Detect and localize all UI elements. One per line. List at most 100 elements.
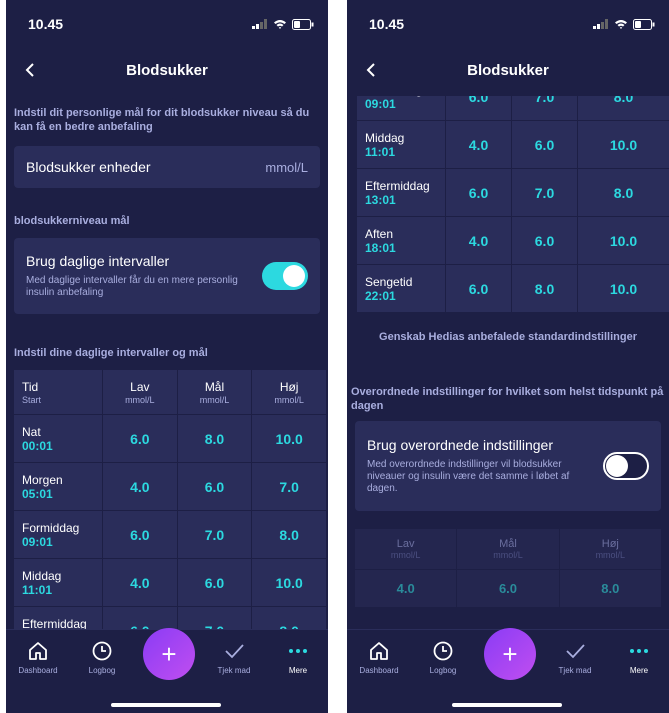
row-name: Eftermiddag <box>22 616 87 631</box>
override-target-label: Mål <box>499 538 517 550</box>
row-high[interactable]: 10.0 <box>578 121 669 168</box>
header-low: Lav <box>130 379 150 394</box>
row-high[interactable]: 8.0 <box>252 607 326 630</box>
override-low-label: Lav <box>396 538 415 550</box>
row-high[interactable]: 10.0 <box>578 217 669 264</box>
table-row[interactable]: Eftermiddag13:01 6.0 7.0 8.0 <box>357 169 669 216</box>
tab-bar: Dashboard Logbog + Tjek mad Mere <box>6 628 328 713</box>
tab-label: Logbog <box>88 666 116 675</box>
row-high[interactable]: 10.0 <box>252 559 326 606</box>
add-button[interactable]: + <box>484 628 536 680</box>
table-row[interactable]: Nat 00:01 6.0 8.0 10.0 <box>14 415 326 462</box>
table-row[interactable]: Morgen 05:01 4.0 6.0 7.0 <box>14 463 326 510</box>
row-low[interactable]: 4.0 <box>103 559 177 606</box>
wifi-icon <box>615 20 627 29</box>
row-target[interactable]: 6.0 <box>512 217 577 264</box>
row-low[interactable]: 6.0 <box>103 607 177 630</box>
row-high[interactable]: 8.0 <box>252 511 326 558</box>
row-high[interactable]: 8.0 <box>578 96 669 120</box>
row-time: 05:01 <box>22 486 53 501</box>
home-icon <box>370 642 388 660</box>
signal-icon <box>593 19 608 29</box>
row-target[interactable]: 8.0 <box>512 265 577 312</box>
back-button[interactable] <box>357 56 385 84</box>
table-row[interactable]: Formiddag09:01 6.0 7.0 8.0 <box>14 511 326 558</box>
intro-text: Indstil dit personlige mål for dit blods… <box>14 107 310 133</box>
chevron-left-icon <box>25 63 34 77</box>
row-target[interactable]: 6.0 <box>177 463 252 510</box>
row-name: Middag <box>22 568 62 583</box>
intervals-table: Formiddag09:01 6.0 7.0 8.0 Middag11:01 4… <box>356 96 669 313</box>
clock-icon <box>92 641 112 661</box>
row-target[interactable]: 7.0 <box>512 96 577 120</box>
screen-right: 10.45 Blodsukker Formiddag09:01 6.0 7.0 … <box>347 0 669 713</box>
override-values-table: Lav mmol/L 4.0 Mål mmol/L 6.0 Høj mmol/L 8.… <box>355 529 661 607</box>
unit-value: mmol/L <box>265 159 308 175</box>
table-row[interactable]: Formiddag09:01 6.0 7.0 8.0 <box>357 96 669 120</box>
override-target-column[interactable]: Mål mmol/L 6.0 <box>457 529 560 607</box>
tab-label: Logbog <box>429 666 457 675</box>
table-row[interactable]: Aften 18:01 4.0 6.0 10.0 <box>357 217 669 264</box>
back-button[interactable] <box>16 56 44 84</box>
wifi-icon <box>274 20 286 29</box>
tab-tjek-mad[interactable]: Tjek mad <box>547 640 603 675</box>
row-low[interactable]: 6.0 <box>103 511 177 558</box>
reset-defaults-link[interactable]: Genskab Hedias anbefalede standardindsti… <box>347 331 669 343</box>
override-high-column[interactable]: Høj mmol/L 8.0 <box>559 529 661 607</box>
override-low-unit: mmol/L <box>390 550 421 560</box>
battery-icon <box>292 18 314 30</box>
tab-dashboard[interactable]: Dashboard <box>351 640 407 675</box>
override-toggle[interactable] <box>603 452 649 480</box>
header-high-unit: mmol/L <box>274 394 304 405</box>
signal-icon <box>252 19 267 29</box>
clock-icon <box>433 641 453 661</box>
nav-header: Blodsukker <box>6 52 328 88</box>
settings-scroll[interactable]: Formiddag09:01 6.0 7.0 8.0 Middag11:01 4… <box>347 96 669 630</box>
add-button[interactable]: + <box>143 628 195 680</box>
row-low[interactable]: 6.0 <box>446 96 511 120</box>
unit-setting-row[interactable]: Blodsukker enheder mmol/L <box>14 146 320 188</box>
row-low[interactable]: 6.0 <box>446 169 511 216</box>
row-low[interactable]: 4.0 <box>446 217 511 264</box>
tab-logbog[interactable]: Logbog <box>74 640 130 675</box>
row-target[interactable]: 6.0 <box>512 121 577 168</box>
row-low[interactable]: 6.0 <box>446 265 511 312</box>
row-target[interactable]: 8.0 <box>177 415 252 462</box>
row-name: Middag <box>365 130 405 145</box>
tab-label: Dashboard <box>359 666 399 675</box>
row-time: 00:01 <box>22 438 53 453</box>
table-header-row: Tid Start Lav mmol/L Mål mmol/L Høj mmol/L <box>14 370 326 414</box>
override-section-heading: Overordnede indstillinger for hvilket so… <box>351 386 664 412</box>
row-low[interactable]: 4.0 <box>103 463 177 510</box>
override-low-column[interactable]: Lav mmol/L 4.0 <box>355 529 458 607</box>
tab-tjek-mad[interactable]: Tjek mad <box>206 640 262 675</box>
tab-label: Dashboard <box>18 666 58 675</box>
header-low-unit: mmol/L <box>125 394 155 405</box>
table-row[interactable]: Middag 11:01 4.0 6.0 10.0 <box>357 121 669 168</box>
row-high[interactable]: 10.0 <box>578 265 669 312</box>
header-time: Tid <box>22 379 39 394</box>
row-high[interactable]: 8.0 <box>578 169 669 216</box>
row-target[interactable]: 7.0 <box>177 511 252 558</box>
tab-logbog[interactable]: Logbog <box>415 640 471 675</box>
override-high-label: Høj <box>601 538 619 550</box>
row-low[interactable]: 4.0 <box>446 121 511 168</box>
row-low[interactable]: 6.0 <box>103 415 177 462</box>
header-time-sub: Start <box>22 394 42 405</box>
table-row[interactable]: Eftermiddag13:01 6.0 7.0 8.0 <box>14 607 326 630</box>
row-target[interactable]: 7.0 <box>512 169 577 216</box>
row-target[interactable]: 6.0 <box>177 559 252 606</box>
row-high[interactable]: 7.0 <box>252 463 326 510</box>
row-time: 13:01 <box>365 192 396 207</box>
settings-scroll[interactable]: Indstil dit personlige mål for dit blods… <box>6 100 328 630</box>
header-target: Mål <box>204 379 225 394</box>
daily-intervals-toggle[interactable] <box>262 262 308 290</box>
row-time: 11:01 <box>22 582 53 597</box>
row-target[interactable]: 7.0 <box>177 607 252 630</box>
tab-dashboard[interactable]: Dashboard <box>10 640 66 675</box>
tab-mere[interactable]: Mere <box>270 640 326 675</box>
tab-mere[interactable]: Mere <box>611 640 667 675</box>
row-high[interactable]: 10.0 <box>252 415 326 462</box>
table-row[interactable]: Sengetid 22:01 6.0 8.0 10.0 <box>357 265 669 312</box>
table-row[interactable]: Middag 11:01 4.0 6.0 10.0 <box>14 559 326 606</box>
